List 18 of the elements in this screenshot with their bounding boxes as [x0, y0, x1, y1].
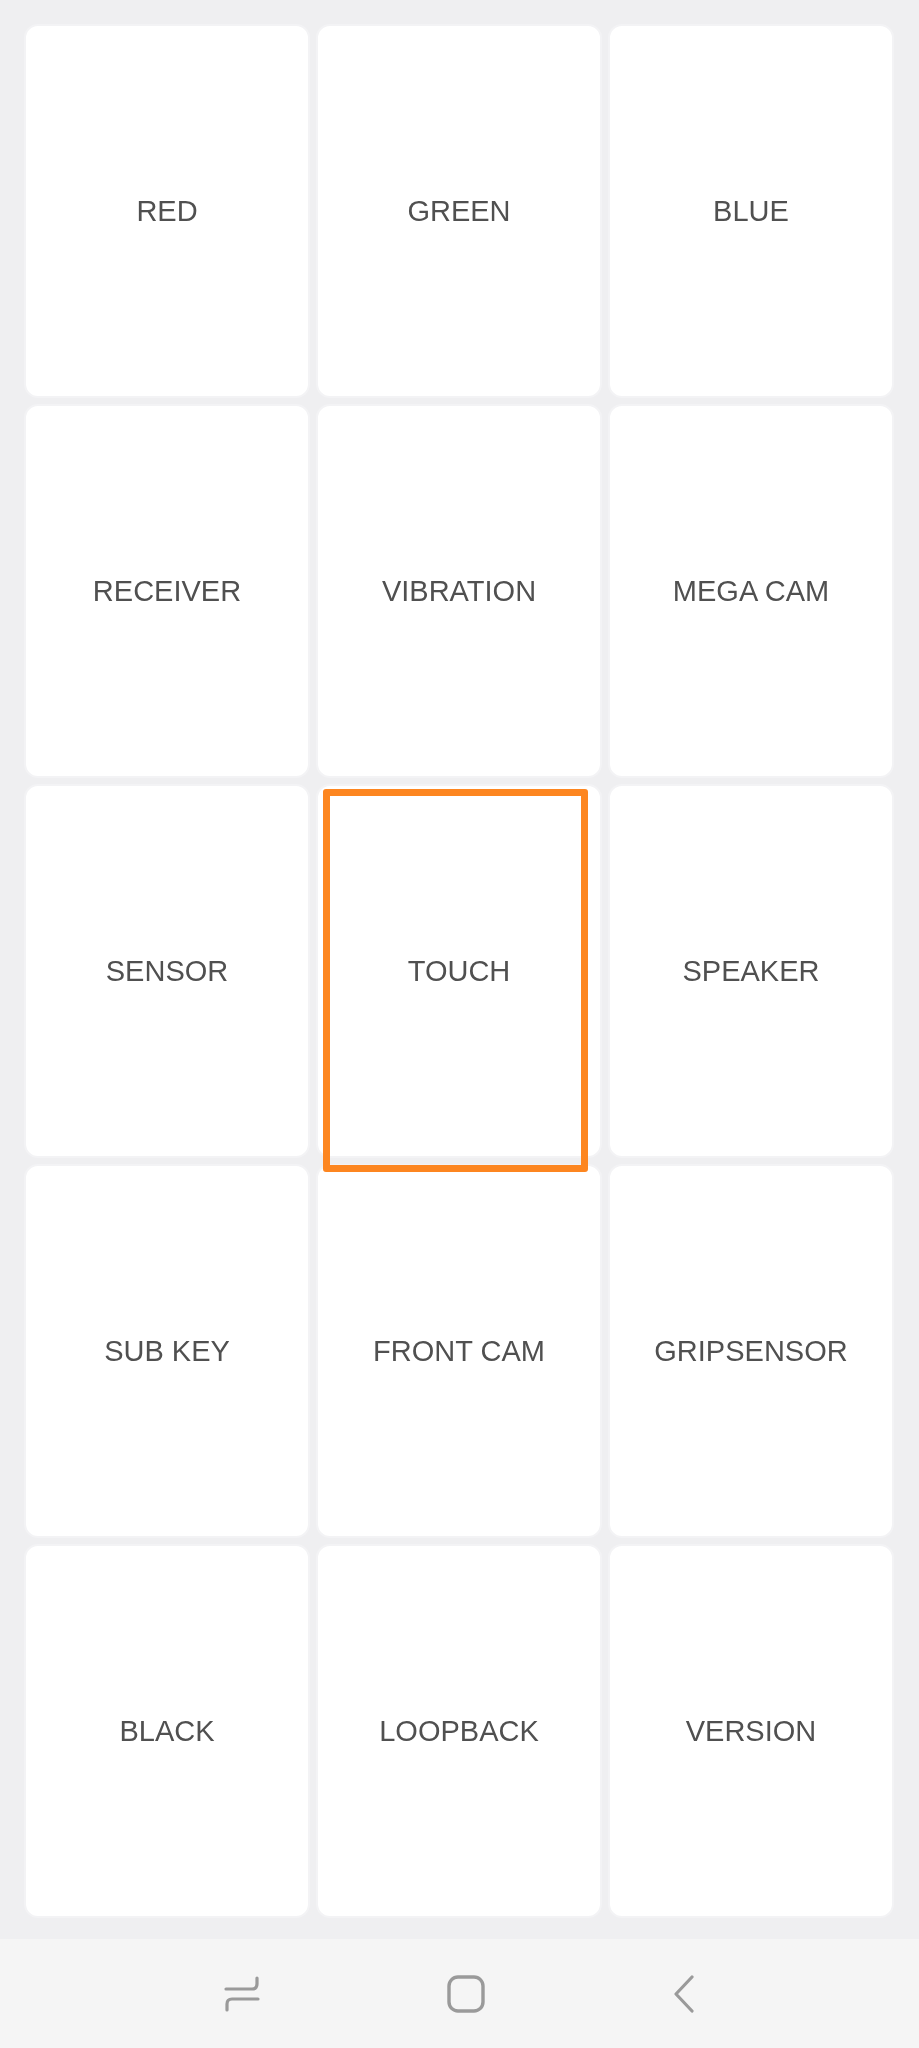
- test-tile[interactable]: RED: [24, 24, 310, 398]
- test-tile[interactable]: LOOPBACK: [316, 1544, 602, 1918]
- test-tile[interactable]: RECEIVER: [24, 404, 310, 778]
- test-tile[interactable]: BLACK: [24, 1544, 310, 1918]
- test-tile[interactable]: SPEAKER: [608, 784, 894, 1158]
- test-tile[interactable]: GRIPSENSOR: [608, 1164, 894, 1538]
- test-tile[interactable]: TOUCH: [316, 784, 602, 1158]
- home-icon[interactable]: [447, 1974, 486, 2013]
- test-tile[interactable]: MEGA CAM: [608, 404, 894, 778]
- test-tile[interactable]: GREEN: [316, 24, 602, 398]
- test-tile[interactable]: FRONT CAM: [316, 1164, 602, 1538]
- test-tile[interactable]: SENSOR: [24, 784, 310, 1158]
- back-icon[interactable]: [673, 1974, 696, 2013]
- test-tile[interactable]: VERSION: [608, 1544, 894, 1918]
- recent-apps-icon[interactable]: [223, 1975, 260, 2012]
- test-tile[interactable]: BLUE: [608, 24, 894, 398]
- test-tile[interactable]: SUB KEY: [24, 1164, 310, 1538]
- test-tile[interactable]: VIBRATION: [316, 404, 602, 778]
